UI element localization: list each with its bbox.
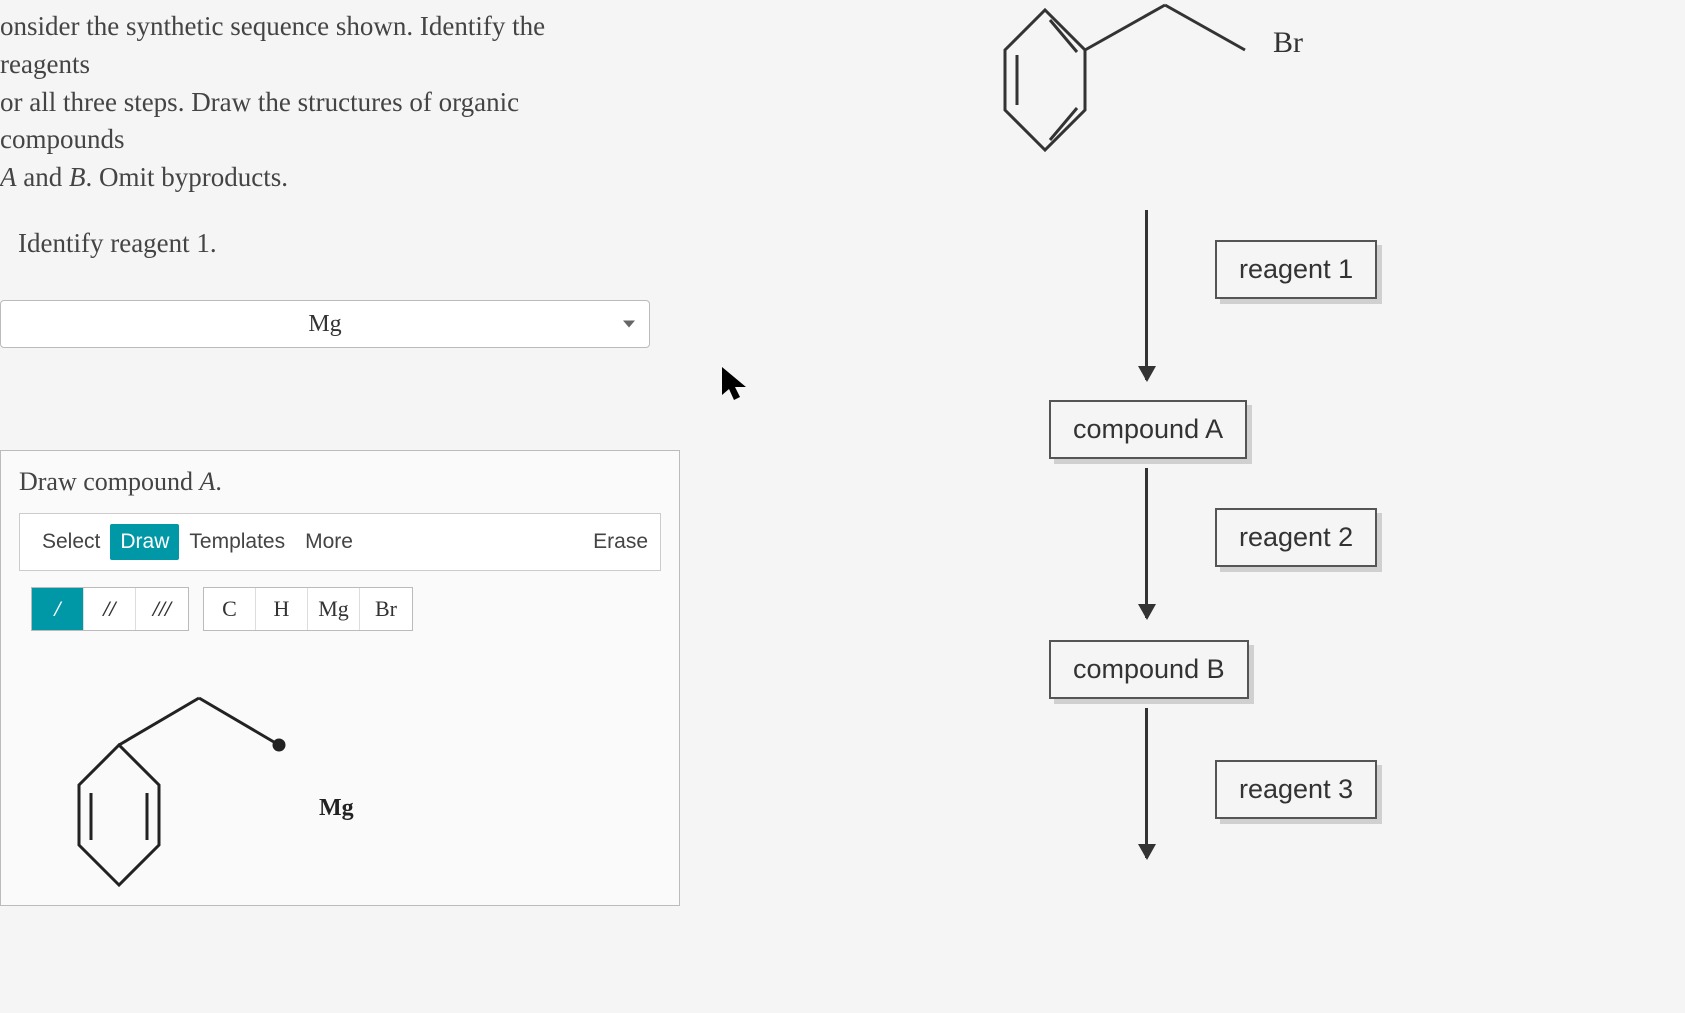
benzyl-mg-structure-icon: Mg [19, 645, 699, 905]
reagent-1-dropdown[interactable]: Mg [0, 300, 650, 348]
canvas-mg-label: Mg [319, 795, 354, 821]
bond-double-button[interactable]: // [84, 588, 136, 630]
reaction-arrow-3 [1145, 708, 1148, 858]
element-tool-group: C H Mg Br [203, 587, 413, 631]
draw-compound-a-panel: Draw compound A. Select Draw Templates M… [0, 450, 680, 906]
tab-draw[interactable]: Draw [110, 524, 179, 560]
compound-b-box: compound B [1049, 640, 1249, 699]
toolbar-tabs: Select Draw Templates More [32, 524, 363, 560]
bond-tool-group: / // /// [31, 587, 189, 631]
identify-reagent-label: Identify reagent 1. [18, 228, 217, 259]
element-h-button[interactable]: H [256, 588, 308, 630]
reagent-1-box: reagent 1 [1215, 240, 1377, 299]
mouse-cursor-icon [720, 365, 750, 405]
reaction-arrow-2 [1145, 468, 1148, 618]
compound-a-box: compound A [1049, 400, 1247, 459]
question-line-2: or all three steps. Draw the structures … [0, 87, 519, 155]
editor-toolbar: Select Draw Templates More Erase [19, 513, 661, 571]
element-c-button[interactable]: C [204, 588, 256, 630]
br-label: Br [1273, 26, 1303, 60]
chevron-down-icon [623, 321, 635, 328]
tab-select[interactable]: Select [32, 524, 110, 560]
tab-templates[interactable]: Templates [179, 524, 295, 560]
erase-button[interactable]: Erase [593, 530, 648, 554]
tab-more[interactable]: More [295, 524, 363, 560]
bond-single-button[interactable]: / [32, 588, 84, 630]
question-line-3: A and B. Omit byproducts. [0, 162, 288, 192]
element-mg-button[interactable]: Mg [308, 588, 360, 630]
bond-triple-button[interactable]: /// [136, 588, 188, 630]
reaction-scheme: Br reagent 1 compound A reagent 2 compou… [1015, 0, 1535, 1013]
question-prompt: onsider the synthetic sequence shown. Id… [0, 8, 620, 197]
element-br-button[interactable]: Br [360, 588, 412, 630]
reagent-1-selected-value: Mg [308, 311, 341, 338]
drawing-canvas[interactable]: Mg [19, 645, 661, 905]
benzyl-bromide-structure-icon [955, 0, 1315, 200]
reagent-3-box: reagent 3 [1215, 760, 1377, 819]
question-line-1: onsider the synthetic sequence shown. Id… [0, 11, 545, 79]
reaction-arrow-1 [1145, 210, 1148, 380]
draw-panel-title: Draw compound A. [19, 467, 661, 497]
tool-row: / // /// C H Mg Br [19, 581, 661, 645]
reagent-2-box: reagent 2 [1215, 508, 1377, 567]
